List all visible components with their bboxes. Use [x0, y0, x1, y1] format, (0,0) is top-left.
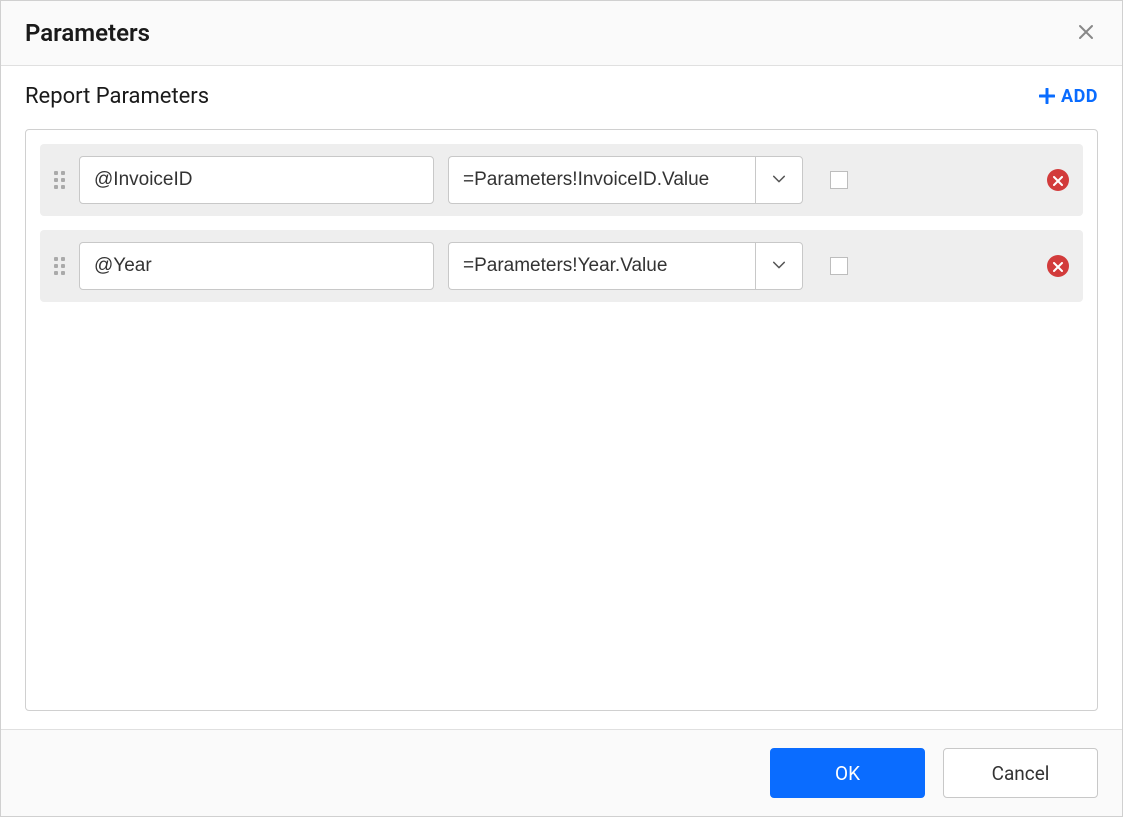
parameter-row [40, 144, 1083, 216]
plus-icon [1039, 85, 1055, 109]
parameter-value-wrapper [448, 156, 803, 204]
ok-button[interactable]: OK [770, 748, 925, 798]
value-dropdown-button[interactable] [755, 242, 803, 290]
parameter-name-input[interactable] [79, 156, 434, 204]
section-title: Report Parameters [25, 84, 209, 109]
parameter-row [40, 230, 1083, 302]
dialog-header: Parameters [1, 1, 1122, 66]
section-header: Report Parameters ADD [25, 84, 1098, 109]
checkbox-wrap [817, 171, 861, 189]
close-button[interactable] [1074, 21, 1098, 45]
delete-button[interactable] [1047, 169, 1069, 191]
close-icon [1078, 21, 1094, 46]
parameter-name-input[interactable] [79, 242, 434, 290]
drag-handle-icon[interactable] [54, 257, 65, 275]
parameter-checkbox[interactable] [830, 257, 848, 275]
dialog-body: Report Parameters ADD [1, 66, 1122, 729]
parameter-value-input[interactable] [448, 242, 755, 290]
add-label: ADD [1061, 86, 1098, 107]
chevron-down-icon [772, 171, 786, 190]
dialog-title: Parameters [25, 19, 150, 47]
drag-handle-icon[interactable] [54, 171, 65, 189]
parameters-dialog: Parameters Report Parameters ADD [0, 0, 1123, 817]
dialog-footer: OK Cancel [1, 729, 1122, 816]
parameters-list [25, 129, 1098, 711]
add-button[interactable]: ADD [1039, 85, 1098, 109]
parameter-value-input[interactable] [448, 156, 755, 204]
checkbox-wrap [817, 257, 861, 275]
delete-icon [1053, 171, 1063, 190]
cancel-button[interactable]: Cancel [943, 748, 1098, 798]
delete-button[interactable] [1047, 255, 1069, 277]
parameter-value-wrapper [448, 242, 803, 290]
delete-icon [1053, 257, 1063, 276]
parameter-checkbox[interactable] [830, 171, 848, 189]
chevron-down-icon [772, 257, 786, 276]
value-dropdown-button[interactable] [755, 156, 803, 204]
